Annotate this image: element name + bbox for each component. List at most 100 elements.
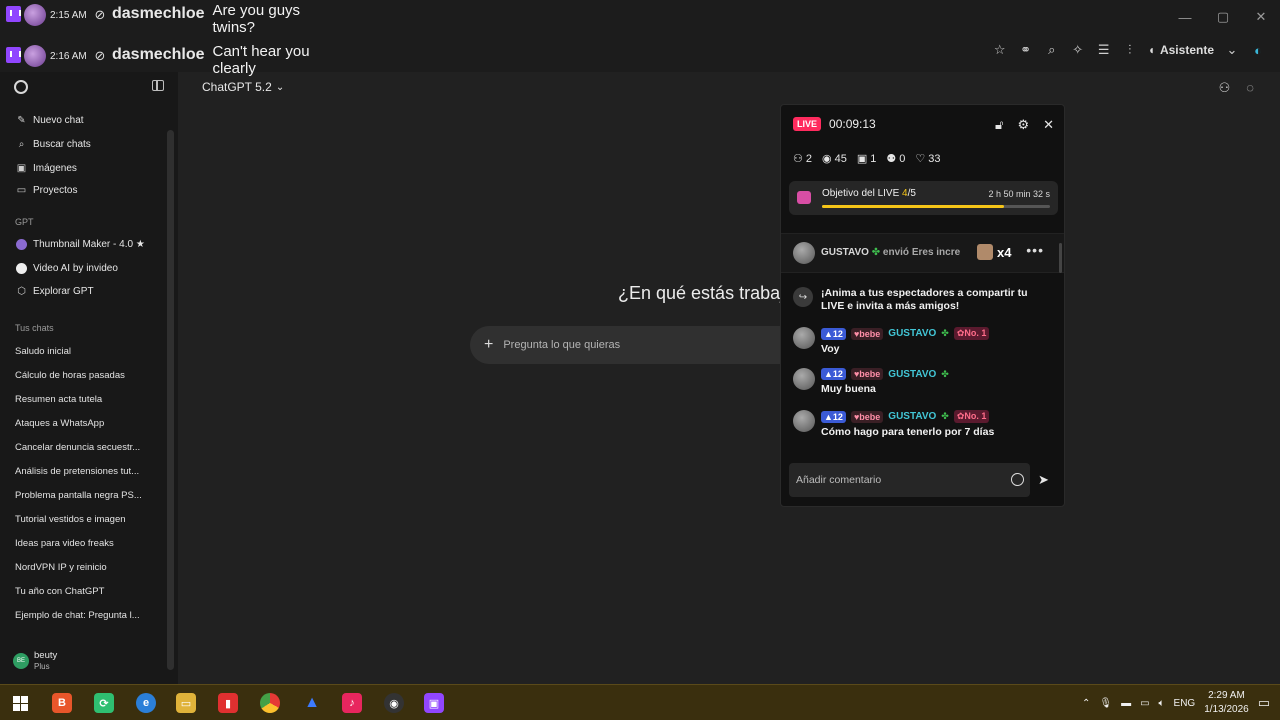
sidebar-toggle-icon[interactable] xyxy=(152,80,164,91)
sync-app-icon[interactable]: ⟳ xyxy=(94,693,114,713)
comment-placeholder: Añadir comentario xyxy=(796,474,882,486)
notifications-icon[interactable]: ▭ xyxy=(1258,695,1270,711)
comment-input[interactable]: Añadir comentario xyxy=(789,463,1030,497)
clock[interactable]: 2:29 AM 1/13/2026 xyxy=(1204,689,1249,717)
chat-history-item[interactable]: Resumen acta tutela xyxy=(15,394,155,405)
goal-target: /5 xyxy=(907,188,916,199)
add-person-icon[interactable]: ⚇ xyxy=(1219,80,1231,96)
fan-badge: ♥bebe xyxy=(850,410,884,423)
star-icon[interactable]: ☆ xyxy=(992,42,1008,58)
sidebar-item-images[interactable]: ▣ Imágenes xyxy=(16,163,77,174)
folder-icon: ▭ xyxy=(16,185,27,196)
chevron-up-icon[interactable]: ⌃ xyxy=(1082,698,1090,709)
chat-history-item[interactable]: NordVPN IP y reinicio xyxy=(15,562,155,573)
close-icon[interactable]: ✕ xyxy=(1043,117,1054,133)
chat-history-item[interactable]: Cálculo de horas pasadas xyxy=(15,370,155,381)
fan-badge: ♥bebe xyxy=(850,327,884,340)
avatar xyxy=(793,410,815,432)
edge-icon[interactable]: e xyxy=(136,693,156,713)
live-goal[interactable]: Objetivo del LIVE 4/5 2 h 50 min 32 s xyxy=(789,181,1058,215)
comment-text: Voy xyxy=(821,343,840,355)
input-language[interactable]: ENG xyxy=(1174,698,1196,709)
battery-icon[interactable]: ▬ xyxy=(1121,698,1131,709)
link-icon[interactable]: ⚭ xyxy=(1018,42,1034,58)
send-icon[interactable]: ➤ xyxy=(1038,472,1049,488)
prompt-placeholder: Pregunta lo que quieras xyxy=(503,339,621,351)
profile-icon[interactable]: ◐ xyxy=(1250,42,1266,58)
stat-value: 0 xyxy=(899,152,906,165)
sidebar-item-projects[interactable]: ▭ Proyectos xyxy=(16,185,78,196)
sidebar-item-label: Proyectos xyxy=(33,185,78,196)
sidebar-item-search-chats[interactable]: ⌕ Buscar chats xyxy=(16,139,91,150)
stat-value: 1 xyxy=(870,152,877,165)
chat-scrollbar[interactable] xyxy=(1059,243,1062,273)
obs-icon[interactable]: ◉ xyxy=(384,693,404,713)
tiktok-icon[interactable]: ♪ xyxy=(342,693,362,713)
chat-history-item[interactable]: Ataques a WhatsApp xyxy=(15,418,155,429)
maximize-button[interactable]: ▢ xyxy=(1204,0,1242,34)
chat-history-item[interactable]: Análisis de pretensiones tut... xyxy=(15,466,155,477)
live-timer: 00:09:13 xyxy=(829,117,876,131)
microphone-icon[interactable]: 🎙︎ xyxy=(1099,698,1112,709)
comment-badges: ▲12 ♥bebe GUSTAVO ✤ ✿No. 1 xyxy=(821,327,990,340)
sidebar-item-video-ai[interactable]: Video AI by invideo xyxy=(16,263,118,274)
assistant-button[interactable]: ◖ Asistente xyxy=(1148,43,1214,57)
chat-history-item[interactable]: Ideas para video freaks xyxy=(15,538,155,549)
extensions-icon[interactable]: ✧ xyxy=(1070,42,1086,58)
minimize-button[interactable]: — xyxy=(1166,0,1204,34)
comment-badges: ▲12 ♥bebe GUSTAVO ✤ ✿No. 1 xyxy=(821,410,994,423)
network-icon[interactable]: ▭ xyxy=(1140,698,1149,709)
user-menu[interactable]: BE beuty Plus xyxy=(13,650,57,672)
twitch-icons xyxy=(0,43,50,67)
stat-viewers: ◉ 45 xyxy=(822,152,847,166)
avatar xyxy=(793,368,815,390)
sidebar-item-thumbnail-maker[interactable]: Thumbnail Maker - 4.0 ★ xyxy=(16,239,145,250)
chat-history-item[interactable]: Problema pantalla negra PS... xyxy=(15,490,155,501)
stat-value: 2 xyxy=(805,152,812,165)
model-selector[interactable]: ChatGPT 5.2 ⌄ xyxy=(202,80,284,94)
volume-icon[interactable]: 🔈︎ xyxy=(1159,698,1165,709)
chat-history-item[interactable]: Ejemplo de chat: Pregunta l... xyxy=(15,610,155,621)
chat-history-item[interactable]: Tutorial vestidos e imagen xyxy=(15,514,155,525)
fan-value: bebe xyxy=(859,328,881,339)
eye-icon: ◉ xyxy=(822,153,832,165)
prompt-input[interactable]: + Pregunta lo que quieras xyxy=(470,326,800,364)
live-badge: LIVE xyxy=(793,117,822,131)
gift-event-text: GUSTAVO ✤ envió Eres incre xyxy=(821,247,960,258)
sidebar-item-explore-gpt[interactable]: ⬡ Explorar GPT xyxy=(16,286,93,297)
gift-icon: ▣ xyxy=(856,153,868,165)
audio-wave-icon[interactable]: ⫶ xyxy=(1122,42,1138,58)
share-icon[interactable]: ↪ xyxy=(793,287,813,307)
goal-progress-bar xyxy=(822,205,1050,208)
nordvpn-icon[interactable]: ▲ xyxy=(302,693,322,713)
chat-history-item[interactable]: Saludo inicial xyxy=(15,346,155,357)
clover-icon: ✤ xyxy=(871,247,881,258)
live-header: LIVE 00:09:13 xyxy=(793,117,876,131)
windows-start-icon[interactable] xyxy=(10,693,30,713)
add-attachment-icon[interactable]: + xyxy=(484,336,493,354)
chat-history-item[interactable]: Cancelar denuncia secuestr... xyxy=(15,442,155,453)
level-value: 12 xyxy=(832,369,843,379)
close-window-button[interactable]: ✕ xyxy=(1242,0,1280,34)
sidebar-scrollbar[interactable] xyxy=(167,130,174,670)
lock-icon[interactable]: 🔓︎ xyxy=(995,117,1003,133)
clover-icon: ✤ xyxy=(941,328,949,338)
chrome-icon[interactable] xyxy=(260,693,280,713)
message-time: 2:16 AM xyxy=(50,51,87,62)
sidebar-item-new-chat[interactable]: ✎ Nuevo chat xyxy=(16,115,83,126)
openai-logo-icon[interactable] xyxy=(14,80,28,94)
fan-value: bebe xyxy=(859,369,881,379)
red-app-icon[interactable]: ▮ xyxy=(218,693,238,713)
file-explorer-icon[interactable]: ▭ xyxy=(176,693,196,713)
lens-search-icon[interactable]: ⌕ xyxy=(1044,42,1060,58)
more-options-icon[interactable]: ••• xyxy=(1026,242,1044,258)
emoji-icon[interactable] xyxy=(1011,473,1024,486)
temporary-chat-icon[interactable]: ◌ xyxy=(1246,80,1254,96)
reading-list-icon[interactable]: ☰ xyxy=(1096,42,1112,58)
brave-icon[interactable]: B xyxy=(52,693,72,713)
chat-history-item[interactable]: Tu año con ChatGPT xyxy=(15,586,155,597)
twitch-app-icon[interactable]: ▣ xyxy=(424,693,444,713)
chat-message-text: Are you guys twins? xyxy=(212,2,301,36)
gear-icon[interactable]: ⚙ xyxy=(1017,117,1029,133)
chevron-down-icon[interactable]: ⌄ xyxy=(1224,42,1240,58)
